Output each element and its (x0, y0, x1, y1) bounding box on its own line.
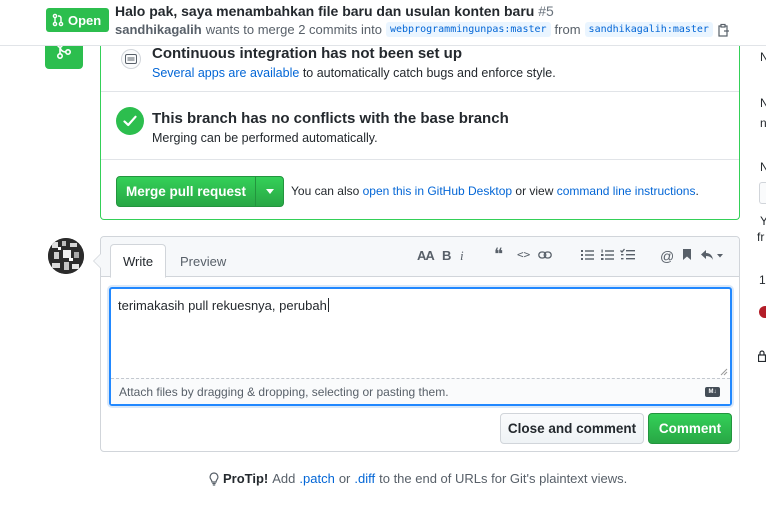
pr-state-badge: Open (46, 8, 110, 32)
open-desktop-link[interactable]: open this in GitHub Desktop (363, 184, 512, 198)
merge-box: Continuous integration has not been set … (100, 30, 740, 220)
comment-text[interactable]: terimakasih pull rekuesnya, perubah (118, 298, 329, 313)
comment-button[interactable]: Comment (648, 413, 732, 444)
bold-tool[interactable]: B (442, 248, 451, 263)
protip-post: to the end of URLs for Git's plaintext v… (379, 471, 628, 486)
reply-icon[interactable] (700, 249, 724, 261)
head-branch[interactable]: sandhikagalih:master (584, 22, 713, 37)
sidebar-fragment: n (760, 116, 766, 130)
tab-preview[interactable]: Preview (168, 244, 238, 278)
merge-pull-request-button[interactable]: Merge pull request (116, 176, 284, 207)
pr-title: Halo pak, saya menambahkan file baru dan… (115, 3, 554, 19)
new-comment-form: Write Preview AA B i ❝ <> @ terimakasih … (93, 236, 740, 452)
merge-note-prefix: You can also (291, 184, 360, 198)
pr-sticky-header: Open Halo pak, saya menambahkan file bar… (0, 0, 766, 46)
conflict-text: Merging can be performed automatically. (152, 131, 378, 145)
conflict-section: This branch has no conflicts with the ba… (101, 92, 739, 160)
protip-or: or (338, 471, 351, 486)
pr-meta: sandhikagalih wants to merge 2 commits i… (115, 22, 731, 37)
pr-title-text: Halo pak, saya menambahkan file baru dan… (115, 3, 535, 19)
pull-request-icon (52, 13, 64, 27)
chevron-down-icon (265, 189, 274, 194)
sidebar-avatar-fragment[interactable] (759, 306, 766, 318)
pr-state-label: Open (68, 12, 102, 28)
sidebar-fragment: N (760, 96, 766, 110)
cli-instructions-link[interactable]: command line instructions (557, 184, 696, 198)
light-bulb-icon (209, 471, 219, 486)
comment-text-value[interactable]: terimakasih pull rekuesnya, perubah (118, 298, 327, 313)
task-list-icon[interactable] (620, 248, 635, 261)
attach-files-text[interactable]: Attach files by dragging & dropping, sel… (119, 385, 449, 399)
resize-handle-icon[interactable] (720, 368, 728, 376)
sidebar-fragment: 1 (759, 273, 766, 287)
mention-tool[interactable]: @ (660, 248, 674, 264)
unordered-list-icon[interactable] (581, 249, 594, 261)
comment-textarea[interactable]: terimakasih pull rekuesnya, perubah Atta… (109, 287, 732, 406)
tab-write[interactable]: Write (110, 244, 167, 278)
check-circle-icon (116, 107, 144, 135)
protip: ProTip! Add .patch or .diff to the end o… (209, 471, 627, 486)
close-and-comment-button[interactable]: Close and comment (500, 413, 644, 444)
lock-icon[interactable] (758, 350, 766, 362)
quote-tool[interactable]: ❝ (494, 245, 503, 265)
header-text-tool[interactable]: AA (417, 248, 435, 263)
sidebar-fragment: N (760, 160, 766, 174)
sidebar-fragment: fr (757, 230, 765, 244)
ci-title: Continuous integration has not been set … (152, 45, 462, 62)
merge-note: You can also open this in GitHub Desktop… (291, 184, 699, 198)
pr-meta-text: wants to merge 2 commits into (205, 22, 382, 37)
patch-link[interactable]: .patch (299, 471, 334, 486)
bookmark-icon[interactable] (682, 248, 692, 261)
text-cursor (327, 298, 329, 312)
protip-label: ProTip! (223, 471, 269, 486)
protip-pre: Add (272, 471, 296, 486)
ci-icon (121, 49, 141, 69)
merge-button-label[interactable]: Merge pull request (117, 177, 256, 206)
ci-description: Several apps are available to automatica… (152, 66, 556, 80)
italic-tool[interactable]: i (460, 248, 464, 264)
ci-apps-link[interactable]: Several apps are available (152, 66, 299, 80)
ci-text: to automatically catch bugs and enforce … (302, 66, 556, 80)
pr-from-text: from (554, 22, 581, 37)
conflict-title: This branch has no conflicts with the ba… (152, 110, 509, 127)
ordered-list-icon[interactable] (601, 249, 614, 261)
markdown-icon[interactable]: M↓ (705, 387, 720, 397)
diff-link[interactable]: .diff (354, 471, 375, 486)
sidebar-button-fragment[interactable] (759, 182, 766, 204)
code-tool[interactable]: <> (517, 248, 530, 261)
merge-note-mid: or view (515, 184, 554, 198)
merge-method-dropdown[interactable] (256, 177, 283, 206)
clipboard-icon[interactable] (717, 23, 731, 37)
attach-files-bar[interactable]: Attach files by dragging & dropping, sel… (111, 378, 730, 404)
pr-number: #5 (538, 3, 554, 19)
terminal-icon (125, 54, 137, 64)
comment-tab-bar: Write Preview AA B i ❝ <> @ (101, 237, 739, 278)
merge-note-suffix: . (695, 184, 699, 198)
sidebar-fragment: Y (760, 214, 766, 228)
base-branch[interactable]: webprogrammingunpas:master (386, 22, 551, 37)
pr-author-link[interactable]: sandhikagalih (115, 22, 202, 37)
sidebar-fragment: N (760, 50, 766, 64)
avatar[interactable] (48, 238, 84, 274)
link-icon[interactable] (538, 250, 552, 260)
